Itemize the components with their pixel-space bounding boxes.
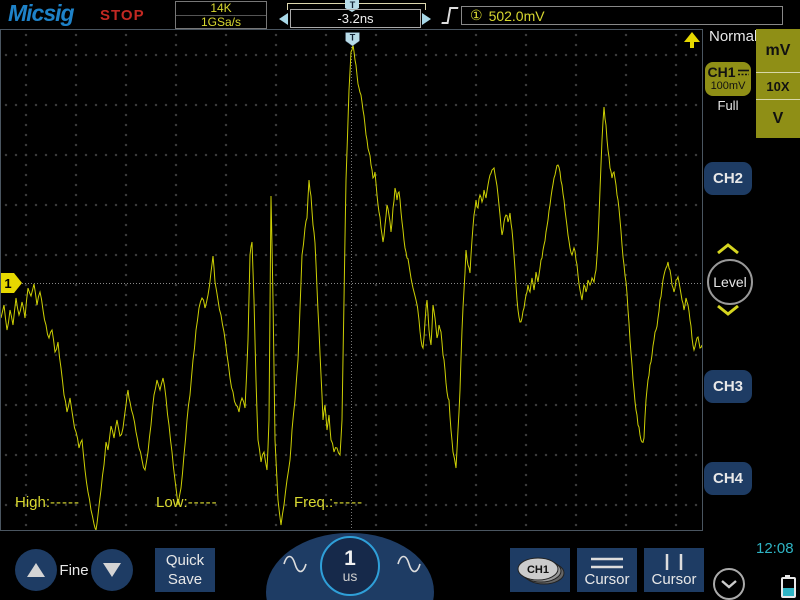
trigger-level-arrow-icon[interactable] — [681, 32, 703, 50]
waveform-plot — [1, 30, 702, 530]
channel1-position-marker[interactable]: 1 — [1, 272, 24, 294]
chevron-down-icon — [720, 579, 738, 589]
horizontal-cursor-button[interactable]: Cursor — [577, 548, 637, 592]
channel-select-button[interactable]: CH1 — [510, 548, 570, 592]
quick-save-button[interactable]: Quick Save — [155, 548, 215, 592]
measurement-high: High:----- — [15, 494, 80, 511]
unit-v-button[interactable]: V — [756, 100, 800, 138]
vertical-cursor-lines-icon — [656, 553, 692, 571]
timebase-value: 1 — [344, 549, 356, 569]
vertical-unit-panel: mV 10X V — [756, 29, 800, 138]
adjust-down-button[interactable] — [91, 549, 133, 591]
ch1-waveform-trace — [1, 45, 702, 530]
svg-text:CH1: CH1 — [527, 564, 549, 576]
svg-text:T: T — [350, 33, 356, 43]
battery-icon — [781, 577, 796, 598]
channel3-button[interactable]: CH3 — [704, 370, 752, 403]
svg-text:1: 1 — [4, 276, 11, 291]
level-up-chevron-icon[interactable] — [716, 243, 740, 255]
sample-rate-value: 1GSa/s — [176, 16, 266, 29]
measurement-low: Low:----- — [156, 494, 218, 511]
vertical-cursor-button[interactable]: Cursor — [644, 548, 704, 592]
trigger-mode-label: Normal — [709, 28, 757, 45]
channel1-label: CH1 — [707, 65, 735, 79]
cursor-h-label: Cursor — [584, 571, 629, 588]
micsig-logo: Micsig — [8, 0, 74, 27]
channel1-bandwidth-label: Full — [705, 98, 751, 113]
trigger-position-readout[interactable]: -3.2ns — [290, 9, 421, 28]
acquisition-info-box[interactable]: 14K 1GSa/s — [175, 1, 267, 29]
timebase-knob[interactable]: 1 us — [320, 536, 380, 596]
stacked-channels-icon: CH1 — [512, 552, 568, 588]
horizontal-cursor-lines-icon — [589, 555, 625, 571]
waveform-display[interactable]: T 1 High:----- Low:----- Freq.:----- — [0, 29, 703, 531]
cursor-v-label: Cursor — [651, 571, 696, 588]
run-state-badge: STOP — [100, 7, 145, 24]
adjust-up-button[interactable] — [15, 549, 57, 591]
memory-depth-value: 14K — [176, 2, 266, 16]
rising-edge-trigger-icon — [439, 4, 461, 26]
triangle-down-icon — [103, 563, 121, 577]
timebase-slower-sine-icon[interactable] — [282, 553, 308, 575]
channel2-button[interactable]: CH2 — [704, 162, 752, 195]
timebase-unit: us — [343, 569, 358, 584]
channel4-button[interactable]: CH4 — [704, 462, 752, 495]
trigger-pan-right-icon[interactable] — [422, 13, 431, 25]
expand-menu-button[interactable] — [713, 568, 745, 600]
measurement-freq: Freq.:----- — [294, 494, 363, 511]
level-knob[interactable]: Level — [707, 259, 753, 305]
timebase-faster-sine-icon[interactable] — [396, 553, 422, 575]
trigger-pan-left-icon[interactable] — [279, 13, 288, 25]
channel1-scale: 100mV — [711, 79, 746, 93]
unit-mv-button[interactable]: mV — [756, 29, 800, 73]
channel1-button[interactable]: CH1 100mV — [705, 62, 751, 96]
probe-attenuation-button[interactable]: 10X — [756, 73, 800, 100]
oscilloscope-screen: Micsig STOP 14K 1GSa/s T -3.2ns ① 502.0m… — [0, 0, 800, 600]
clock: 12:08 — [756, 540, 794, 557]
trigger-level-readout[interactable]: ① 502.0mV — [461, 6, 783, 25]
triangle-up-icon — [27, 563, 45, 577]
level-down-chevron-icon[interactable] — [716, 304, 740, 316]
trigger-level-value: 502.0mV — [489, 8, 545, 24]
fine-adjust-label: Fine — [58, 562, 90, 579]
dc-coupling-icon — [738, 68, 749, 77]
trigger-top-marker-icon[interactable]: T — [345, 32, 361, 47]
trigger-source-badge: ① — [470, 7, 483, 24]
